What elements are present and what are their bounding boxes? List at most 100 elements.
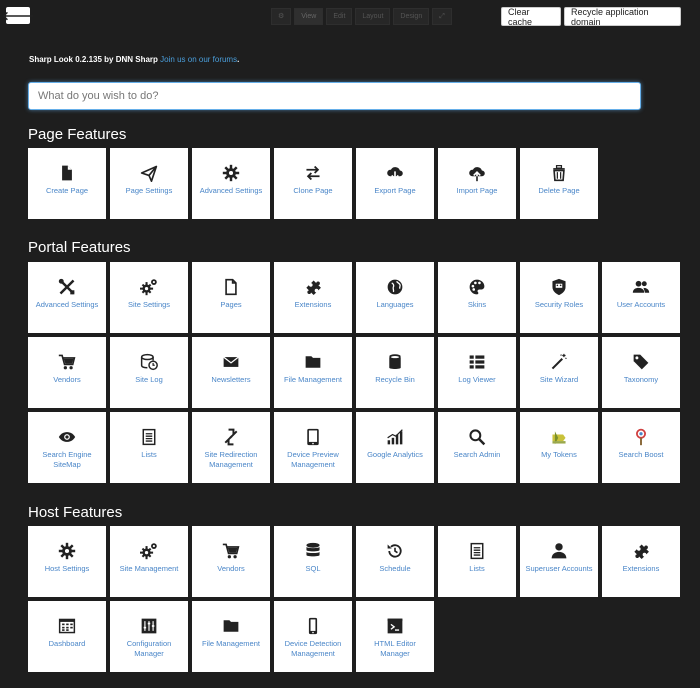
credit-line: Sharp Look 0.2.135 by DNN Sharp Join us … [29,55,240,64]
magnifier-icon [468,428,486,446]
portal-tile-search-boost[interactable]: Search Boost [602,412,680,483]
host-tile-schedule[interactable]: Schedule [356,526,434,597]
tile-label: Site Log [135,375,163,384]
puzzle-icon [632,542,650,560]
terminal-icon [386,617,404,635]
page-tile-delete-page[interactable]: Delete Page [520,148,598,219]
redirect-arrows-icon [222,428,240,446]
mode-edit[interactable]: Edit [326,8,353,25]
portal-tile-site-redirection-management[interactable]: Site Redirection Management [192,412,270,483]
tile-label: Taxonomy [623,375,659,384]
tile-label: Import Page [456,186,498,195]
host-tile-extensions[interactable]: Extensions [602,526,680,597]
page-tile-create-page[interactable]: Create Page [28,148,106,219]
folder-icon [222,617,240,635]
portal-tile-user-accounts[interactable]: User Accounts [602,262,680,333]
recycle-app-domain-button[interactable]: Recycle application domain [564,7,681,27]
mode-settings[interactable]: ⚙ [271,8,292,25]
tablet-icon [304,428,322,446]
search-input[interactable] [28,82,641,110]
portal-tile-file-management[interactable]: File Management [274,337,352,408]
envelope-icon [222,353,240,371]
portal-tile-newsletters[interactable]: Newsletters [192,337,270,408]
mode-layout[interactable]: Layout [355,8,391,25]
document-list-icon [468,542,486,560]
tile-label: Vendors [53,375,81,384]
magic-wand-icon [550,353,568,371]
portal-tile-site-wizard[interactable]: Site Wizard [520,337,598,408]
tile-label: Pages [220,300,242,309]
host-tile-site-management[interactable]: Site Management [110,526,188,597]
portal-tile-taxonomy[interactable]: Taxonomy [602,337,680,408]
page-tile-clone-page[interactable]: Clone Page [274,148,352,219]
tile-label: Recycle Bin [375,375,415,384]
dashboard-icon [58,617,76,635]
portal-tile-skins[interactable]: Skins [438,262,516,333]
bin-icon [386,353,404,371]
portal-tile-lists[interactable]: Lists [110,412,188,483]
globe-icon [386,278,404,296]
host-tile-lists[interactable]: Lists [438,526,516,597]
host-features-grid: Host Settings Site Management Vendors SQL Sc… [28,526,680,672]
tile-label: Dashboard [48,639,86,648]
portal-tile-vendors[interactable]: Vendors [28,337,106,408]
tile-label: Lists [141,450,157,459]
page-tile-import-page[interactable]: Import Page [438,148,516,219]
tile-label: Host Settings [44,564,90,573]
portal-tile-log-viewer[interactable]: Log Viewer [438,337,516,408]
cloud-upload-icon [468,164,486,182]
clear-cache-button[interactable]: Clear cache [501,7,561,27]
mode-expand[interactable]: ⤢ [432,8,452,25]
eye-icon [58,428,76,446]
users-icon [632,278,650,296]
host-tile-superuser-accounts[interactable]: Superuser Accounts [520,526,598,597]
portal-tile-security-roles[interactable]: Security Roles [520,262,598,333]
tile-label: Search Engine SiteMap [42,450,92,469]
list-icon [468,353,486,371]
page-tile-page-settings[interactable]: Page Settings [110,148,188,219]
tile-label: Vendors [217,564,245,573]
host-tile-sql[interactable]: SQL [274,526,352,597]
host-tile-configuration-manager[interactable]: Configuration Manager [110,601,188,672]
tile-label: Delete Page [538,186,580,195]
portal-tile-search-engine-sitemap[interactable]: Search Engine SiteMap [28,412,106,483]
tile-label: Schedule [379,564,411,573]
mode-view[interactable]: View [294,8,324,25]
host-tile-dashboard[interactable]: Dashboard [28,601,106,672]
portal-tile-device-preview-management[interactable]: Device Preview Management [274,412,352,483]
portal-tile-advanced-settings[interactable]: Advanced Settings [28,262,106,333]
portal-tile-google-analytics[interactable]: Google Analytics [356,412,434,483]
tile-label: Page Settings [125,186,173,195]
tile-label: Security Roles [534,300,584,309]
exchange-icon [304,164,322,182]
portal-tile-site-log[interactable]: Site Log [110,337,188,408]
back-button[interactable]: 🡐 [2,7,34,24]
host-tile-file-management[interactable]: File Management [192,601,270,672]
tile-label: Newsletters [211,375,251,384]
portal-tile-extensions[interactable]: Extensions [274,262,352,333]
portal-tile-pages[interactable]: Pages [192,262,270,333]
tile-label: Site Settings [127,300,171,309]
page-tile-export-page[interactable]: Export Page [356,148,434,219]
portal-tile-my-tokens[interactable]: My Tokens [520,412,598,483]
mode-design[interactable]: Design [393,8,430,25]
tile-label: Configuration Manager [126,639,172,658]
page-tile-advanced-settings[interactable]: Advanced Settings [192,148,270,219]
tile-label: Extensions [622,564,660,573]
portal-tile-site-settings[interactable]: Site Settings [110,262,188,333]
database-clock-icon [140,353,158,371]
host-tile-vendors[interactable]: Vendors [192,526,270,597]
tile-label: Search Admin [453,450,501,459]
host-tile-html-editor-manager[interactable]: HTML Editor Manager [356,601,434,672]
palette-icon [468,278,486,296]
host-tile-host-settings[interactable]: Host Settings [28,526,106,597]
database-icon [304,542,322,560]
portal-tile-recycle-bin[interactable]: Recycle Bin [356,337,434,408]
forum-link[interactable]: Join us on our forums [160,55,237,64]
file-icon [58,164,76,182]
tile-label: File Management [284,375,342,384]
portal-tile-languages[interactable]: Languages [356,262,434,333]
portal-tile-search-admin[interactable]: Search Admin [438,412,516,483]
host-tile-device-detection-management[interactable]: Device Detection Management [274,601,352,672]
tile-label: Search Boost [618,450,664,459]
